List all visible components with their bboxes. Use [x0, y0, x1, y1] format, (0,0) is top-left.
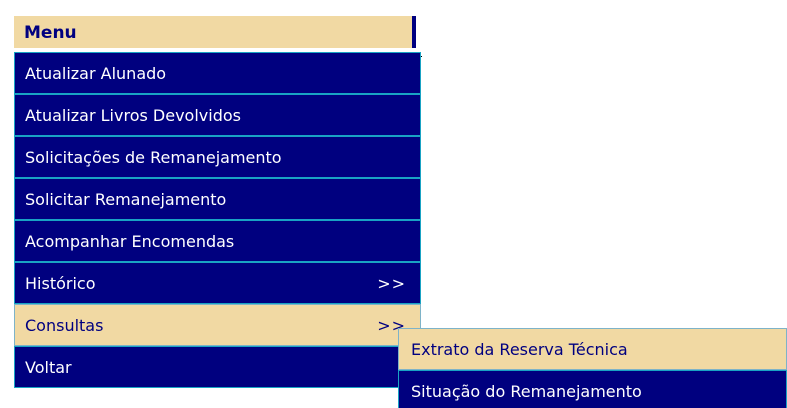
- submenu-item-extrato-da-reserva-tecnica[interactable]: Extrato da Reserva Técnica: [398, 328, 787, 370]
- menu-item-historico[interactable]: Histórico >>: [14, 262, 421, 304]
- menu-item-solicitar-remanejamento[interactable]: Solicitar Remanejamento: [14, 178, 421, 220]
- submenu-item-situacao-do-remanejamento[interactable]: Situação do Remanejamento: [398, 370, 787, 408]
- menu-header: Menu: [14, 16, 416, 48]
- menu-item-label: Voltar: [25, 358, 72, 377]
- menu-item-label: Atualizar Alunado: [25, 64, 167, 83]
- menu-item-label: Solicitar Remanejamento: [25, 190, 227, 209]
- menu-item-label: Solicitações de Remanejamento: [25, 148, 282, 167]
- menu-item-label: Acompanhar Encomendas: [25, 232, 235, 251]
- menu-item-label: Consultas: [25, 316, 104, 335]
- menu-item-atualizar-alunado[interactable]: Atualizar Alunado: [14, 52, 421, 94]
- menu-item-label: Atualizar Livros Devolvidos: [25, 106, 241, 125]
- menu-item-consultas[interactable]: Consultas >>: [14, 304, 421, 346]
- submenu-item-label: Extrato da Reserva Técnica: [411, 340, 628, 359]
- menu-item-atualizar-livros-devolvidos[interactable]: Atualizar Livros Devolvidos: [14, 94, 421, 136]
- menu-item-label: Histórico: [25, 274, 96, 293]
- menu-item-acompanhar-encomendas[interactable]: Acompanhar Encomendas: [14, 220, 421, 262]
- submenu-item-label: Situação do Remanejamento: [411, 382, 642, 401]
- submenu-arrow-icon: >>: [377, 274, 406, 293]
- menu-item-solicitacoes-de-remanejamento[interactable]: Solicitações de Remanejamento: [14, 136, 421, 178]
- menu-title: Menu: [24, 23, 77, 43]
- menu-item-voltar[interactable]: Voltar: [14, 346, 421, 388]
